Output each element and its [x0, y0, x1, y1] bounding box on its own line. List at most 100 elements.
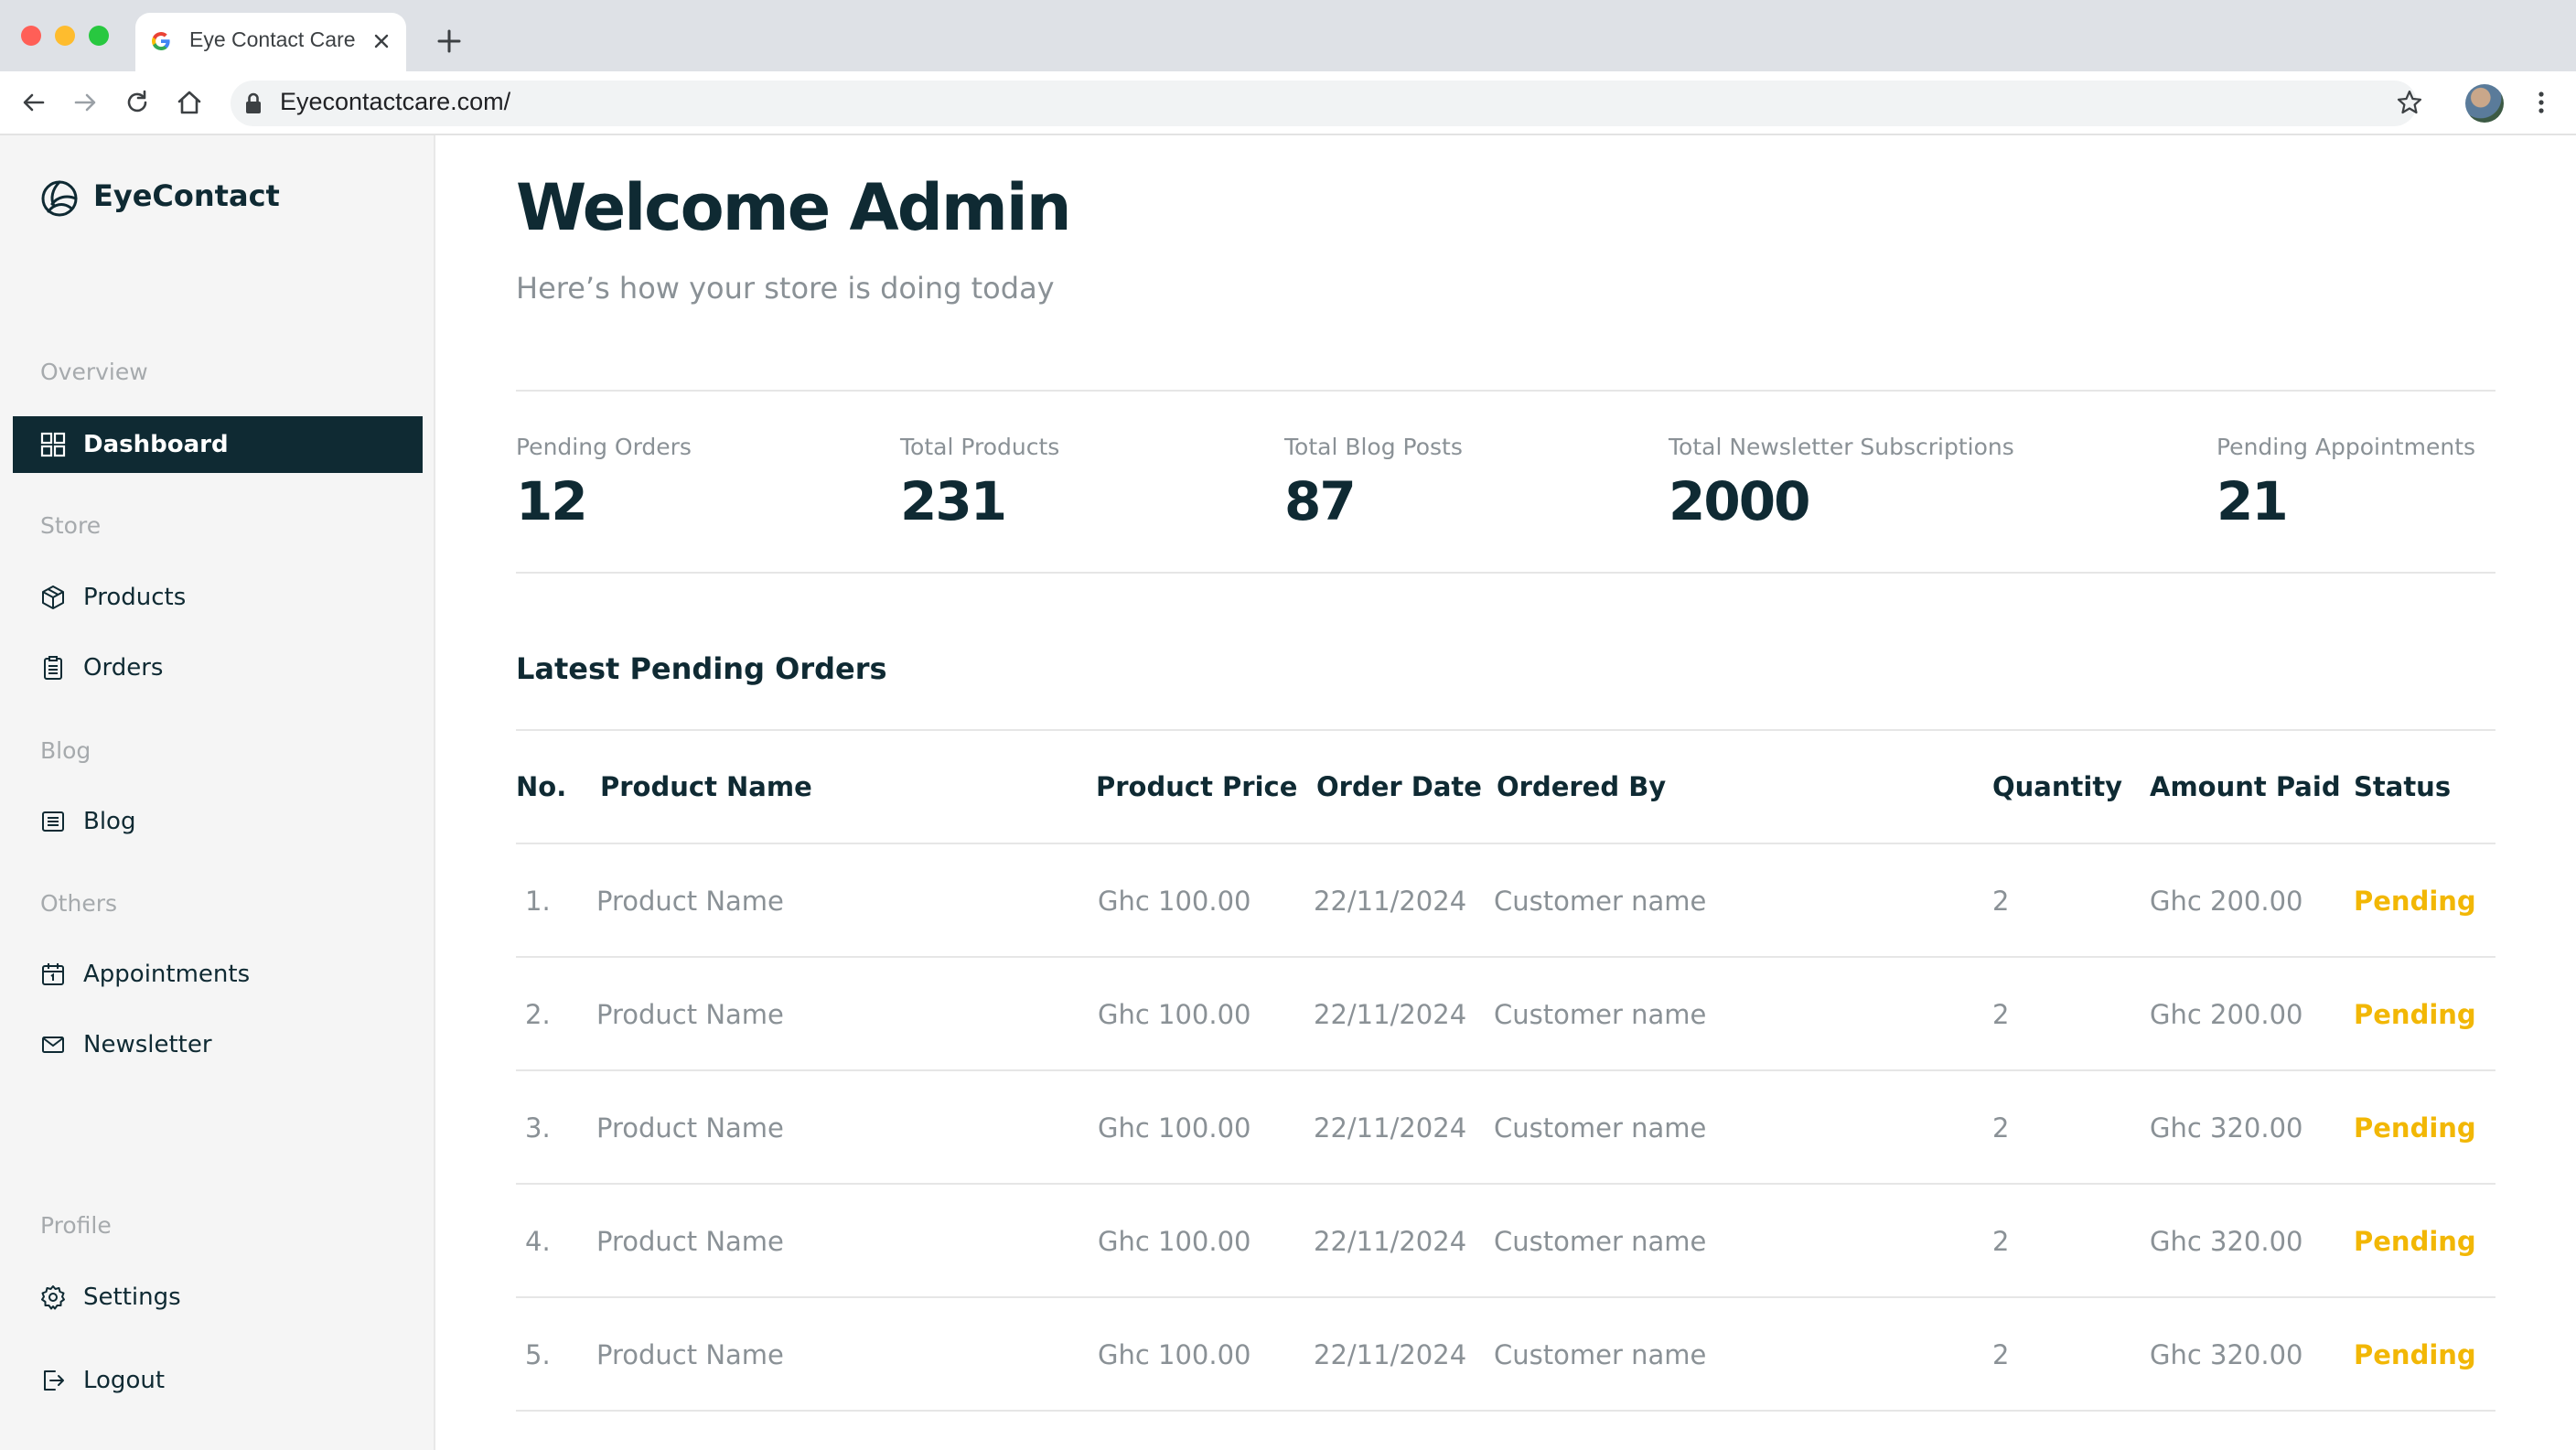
row-number: 1. [525, 886, 551, 917]
sidebar-item-label: Newsletter [83, 1031, 212, 1058]
quantity-cell: 2 [1992, 1339, 2010, 1370]
product-price-cell: Ghc 100.00 [1098, 1112, 1251, 1144]
product-name-cell: Product Name [596, 1226, 784, 1257]
column-header-no: No. [516, 771, 567, 802]
stat-label-pending-orders: Pending Orders [516, 434, 692, 460]
order-date-cell: 22/11/2024 [1314, 886, 1467, 917]
section-label-store: Store [40, 512, 102, 539]
divider [516, 390, 2496, 392]
brand-name: EyeContact [93, 178, 280, 213]
close-tab-icon[interactable] [370, 29, 393, 53]
forward-arrow-icon[interactable] [70, 88, 100, 117]
status-badge: Pending [2354, 999, 2476, 1030]
back-arrow-icon[interactable] [19, 88, 48, 117]
column-header-order-date: Order Date [1316, 771, 1482, 802]
quantity-cell: 2 [1992, 886, 2010, 917]
product-price-cell: Ghc 100.00 [1098, 999, 1251, 1030]
product-name-cell: Product Name [596, 886, 784, 917]
package-icon [42, 585, 64, 609]
reload-icon[interactable] [123, 88, 152, 117]
table-row[interactable]: 2. Product Name Ghc 100.00 22/11/2024 Custom… [516, 958, 2496, 1071]
quantity-cell: 2 [1992, 999, 2010, 1030]
sidebar-item-label: Appointments [83, 961, 251, 988]
stat-label-newsletter-subscriptions: Total Newsletter Subscriptions [1669, 434, 2014, 460]
status-badge: Pending [2354, 1226, 2476, 1257]
sidebar-item-products[interactable]: Products [13, 569, 423, 626]
table-row[interactable]: 3. Product Name Ghc 100.00 22/11/2024 Custom… [516, 1071, 2496, 1185]
ordered-by-cell: Customer name [1494, 886, 1707, 917]
sidebar-item-label: Blog [83, 808, 136, 835]
table-row[interactable]: 4. Product Name Ghc 100.00 22/11/2024 Custom… [516, 1185, 2496, 1298]
sidebar-item-settings[interactable]: Settings [13, 1269, 423, 1326]
mail-icon [42, 1036, 64, 1053]
grid-icon [40, 432, 66, 457]
column-header-product-name: Product Name [600, 771, 812, 802]
section-label-overview: Overview [40, 359, 148, 385]
clipboard-icon [44, 656, 62, 680]
table-row[interactable]: 1. Product Name Ghc 100.00 22/11/2024 Custom… [516, 844, 2496, 958]
address-bar[interactable] [231, 81, 2417, 126]
orders-section-title: Latest Pending Orders [516, 651, 887, 686]
sidebar-item-newsletter[interactable]: Newsletter [13, 1016, 423, 1073]
order-date-cell: 22/11/2024 [1314, 999, 1467, 1030]
section-label-profile: Profile [40, 1212, 112, 1239]
gear-icon [41, 1285, 65, 1310]
column-header-quantity: Quantity [1992, 771, 2123, 802]
ordered-by-cell: Customer name [1494, 1112, 1707, 1144]
ordered-by-cell: Customer name [1494, 999, 1707, 1030]
window-zoom-button[interactable] [89, 26, 109, 46]
status-badge: Pending [2354, 886, 2476, 917]
column-header-ordered-by: Ordered By [1497, 771, 1667, 802]
divider [516, 729, 2496, 731]
product-price-cell: Ghc 100.00 [1098, 1226, 1251, 1257]
profile-avatar[interactable] [2465, 84, 2504, 123]
sidebar-item-appointments[interactable]: Appointments [13, 946, 423, 1003]
logout-icon [44, 1370, 64, 1391]
google-favicon-icon [152, 32, 170, 51]
column-header-status: Status [2354, 771, 2452, 802]
amount-paid-cell: Ghc 320.00 [2150, 1339, 2303, 1370]
stat-label-total-products: Total Products [900, 434, 1060, 460]
status-badge: Pending [2354, 1339, 2476, 1370]
stat-value-pending-orders: 12 [516, 470, 588, 532]
new-tab-icon[interactable] [434, 26, 465, 57]
tab-title: Eye Contact Care [189, 27, 356, 51]
stat-value-newsletter-subscriptions: 2000 [1669, 470, 1810, 532]
more-menu-icon[interactable] [2527, 88, 2556, 117]
stat-value-total-products: 231 [900, 470, 1007, 532]
sidebar-item-orders[interactable]: Orders [13, 639, 423, 696]
window-close-button[interactable] [21, 26, 41, 46]
ordered-by-cell: Customer name [1494, 1226, 1707, 1257]
order-date-cell: 22/11/2024 [1314, 1226, 1467, 1257]
amount-paid-cell: Ghc 200.00 [2150, 999, 2303, 1030]
status-badge: Pending [2354, 1112, 2476, 1144]
window-minimize-button[interactable] [55, 26, 75, 46]
product-name-cell: Product Name [596, 1339, 784, 1370]
product-price-cell: Ghc 100.00 [1098, 1339, 1251, 1370]
table-row[interactable]: 5. Product Name Ghc 100.00 22/11/2024 Custom… [516, 1298, 2496, 1412]
ordered-by-cell: Customer name [1494, 1339, 1707, 1370]
section-label-others: Others [40, 890, 118, 917]
order-date-cell: 22/11/2024 [1314, 1339, 1467, 1370]
section-label-blog: Blog [40, 737, 91, 764]
url-text[interactable]: Eyecontactcare.com/ [280, 88, 510, 116]
sidebar-item-dashboard[interactable]: Dashboard [13, 416, 423, 473]
product-name-cell: Product Name [596, 999, 784, 1030]
document-list-icon [42, 811, 64, 832]
stat-label-total-blog-posts: Total Blog Posts [1284, 434, 1463, 460]
page-subtitle: Here’s how your store is doing today [516, 271, 1055, 306]
home-icon[interactable] [175, 88, 204, 117]
bookmark-star-icon[interactable] [2395, 88, 2424, 117]
page-title: Welcome Admin [516, 170, 1072, 245]
sidebar-item-logout[interactable]: Logout [13, 1352, 423, 1409]
sidebar-item-label: Logout [83, 1367, 166, 1394]
stat-value-pending-appointments: 21 [2216, 470, 2289, 532]
sidebar-item-blog[interactable]: Blog [13, 793, 423, 850]
amount-paid-cell: Ghc 200.00 [2150, 886, 2303, 917]
row-number: 4. [525, 1226, 551, 1257]
stat-label-pending-appointments: Pending Appointments [2216, 434, 2476, 460]
amount-paid-cell: Ghc 320.00 [2150, 1112, 2303, 1144]
product-price-cell: Ghc 100.00 [1098, 886, 1251, 917]
lock-icon [246, 92, 261, 113]
calendar-icon [42, 963, 64, 985]
